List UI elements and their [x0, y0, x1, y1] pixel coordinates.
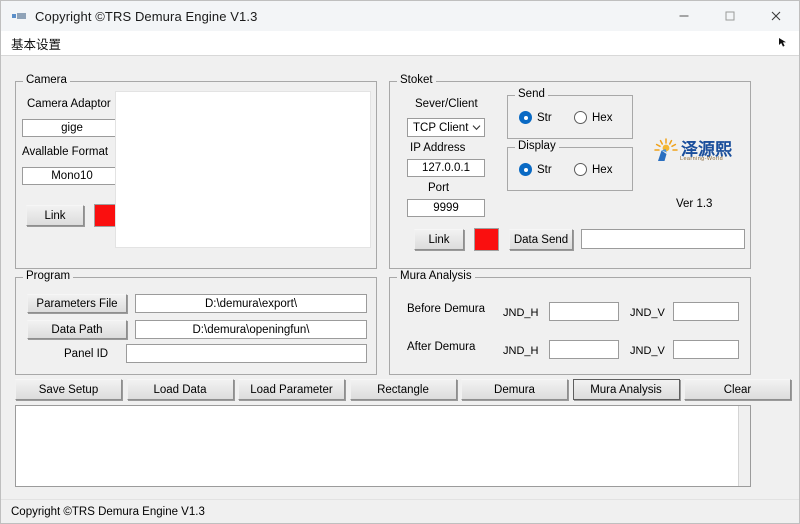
display-radio-hex[interactable]: Hex — [574, 163, 612, 176]
before-demura-jnd-h-field[interactable] — [549, 302, 619, 321]
stoket-link-button[interactable]: Link — [414, 229, 464, 250]
stoket-status-lamp — [474, 228, 499, 251]
sunburst-hand-icon — [653, 137, 679, 163]
display-radio-str[interactable]: Str — [519, 163, 552, 176]
log-scrollbar[interactable] — [738, 406, 750, 486]
action-button-mura-analysis[interactable]: Mura Analysis — [572, 379, 680, 400]
after-demura-jnd-h-label: JND_H — [503, 345, 539, 357]
minimize-icon[interactable] — [661, 1, 707, 31]
before-demura-label: Before Demura — [407, 303, 485, 315]
send-radio-str-label: Str — [537, 111, 552, 124]
application-window: Copyright ©TRS Demura Engine V1.3 基本设置 C… — [0, 0, 800, 524]
title-bar: Copyright ©TRS Demura Engine V1.3 — [1, 1, 799, 31]
client-area: Camera Camera Adaptor gige Avallable For… — [1, 57, 799, 523]
program-group: Program Parameters File D:\demura\export… — [15, 270, 377, 375]
panel-id-field[interactable] — [126, 344, 367, 363]
ip-address-label: IP Address — [410, 142, 466, 154]
after-demura-jnd-h-field[interactable] — [549, 340, 619, 359]
port-field[interactable]: 9999 — [407, 199, 485, 217]
server-client-label: Sever/Client — [415, 98, 478, 110]
available-format-label: Avallable Format — [22, 146, 109, 158]
brand-logo: 泽源熙 Learning-World — [653, 137, 732, 163]
app-icon — [11, 8, 27, 24]
camera-preview[interactable] — [115, 91, 371, 248]
menu-item-basic-settings[interactable]: 基本设置 — [5, 34, 67, 53]
display-group-legend: Display — [515, 140, 559, 152]
action-button-rectangle[interactable]: Rectangle — [349, 379, 457, 400]
send-group: Send Str Hex — [507, 88, 633, 139]
server-client-combo[interactable]: TCP Client — [407, 118, 485, 137]
data-send-button[interactable]: Data Send — [509, 229, 573, 250]
mura-analysis-group: Mura Analysis Before Demura JND_H JND_V … — [389, 270, 751, 375]
action-button-save-setup[interactable]: Save Setup — [15, 379, 122, 400]
before-demura-jnd-v-label: JND_V — [630, 307, 665, 319]
radio-dot-icon — [519, 163, 532, 176]
status-bar: Copyright ©TRS Demura Engine V1.3 — [1, 499, 799, 523]
panel-id-label: Panel ID — [64, 348, 109, 360]
send-radio-str[interactable]: Str — [519, 111, 552, 124]
data-send-field[interactable] — [581, 229, 745, 249]
radio-dot-icon — [574, 111, 587, 124]
camera-link-button[interactable]: Link — [26, 205, 84, 226]
before-demura-jnd-v-field[interactable] — [673, 302, 739, 321]
log-output-text — [16, 406, 750, 412]
stoket-group-legend: Stoket — [397, 74, 436, 86]
maximize-icon[interactable] — [707, 1, 753, 31]
send-radio-hex[interactable]: Hex — [574, 111, 612, 124]
send-group-legend: Send — [515, 88, 548, 100]
cursor-arrow-icon[interactable] — [777, 37, 789, 49]
after-demura-jnd-v-field[interactable] — [673, 340, 739, 359]
window-controls — [661, 1, 799, 31]
after-demura-jnd-v-label: JND_V — [630, 345, 665, 357]
camera-adaptor-field[interactable]: gige — [22, 119, 122, 137]
display-radio-str-label: Str — [537, 163, 552, 176]
version-label: Ver 1.3 — [676, 198, 713, 210]
radio-dot-icon — [519, 111, 532, 124]
parameters-file-field[interactable]: D:\demura\export\ — [135, 294, 367, 313]
parameters-file-button[interactable]: Parameters File — [27, 294, 127, 313]
available-format-field[interactable]: Mono10 — [22, 167, 122, 185]
status-bar-text: Copyright ©TRS Demura Engine V1.3 — [11, 505, 205, 518]
camera-adaptor-label: Camera Adaptor — [27, 98, 111, 110]
after-demura-label: After Demura — [407, 341, 476, 353]
mura-analysis-group-legend: Mura Analysis — [397, 270, 475, 282]
data-path-field[interactable]: D:\demura\openingfun\ — [135, 320, 367, 339]
data-path-button[interactable]: Data Path — [27, 320, 127, 339]
program-group-legend: Program — [23, 270, 74, 282]
send-radio-hex-label: Hex — [592, 111, 613, 124]
ip-address-field[interactable]: 127.0.0.1 — [407, 159, 485, 177]
stoket-group: Stoket Sever/Client TCP Client IP Addres… — [389, 74, 751, 269]
action-button-demura[interactable]: Demura — [461, 379, 568, 400]
camera-group: Camera Camera Adaptor gige Avallable For… — [15, 74, 377, 269]
menu-bar: 基本设置 — [1, 31, 799, 56]
before-demura-jnd-h-label: JND_H — [503, 307, 539, 319]
action-button-load-parameter[interactable]: Load Parameter — [238, 379, 345, 400]
display-group: Display Str Hex — [507, 140, 633, 191]
server-client-value: TCP Client — [413, 121, 469, 134]
log-output[interactable] — [15, 405, 751, 487]
display-radio-hex-label: Hex — [592, 163, 613, 176]
port-label: Port — [428, 182, 450, 194]
action-button-clear[interactable]: Clear — [684, 379, 791, 400]
camera-group-legend: Camera — [23, 74, 70, 86]
radio-dot-icon — [574, 163, 587, 176]
chevron-down-icon — [468, 123, 484, 132]
window-title: Copyright ©TRS Demura Engine V1.3 — [35, 8, 258, 24]
brand-tagline: Learning-World — [680, 156, 724, 162]
action-button-load-data[interactable]: Load Data — [126, 379, 234, 400]
close-icon[interactable] — [753, 1, 799, 31]
